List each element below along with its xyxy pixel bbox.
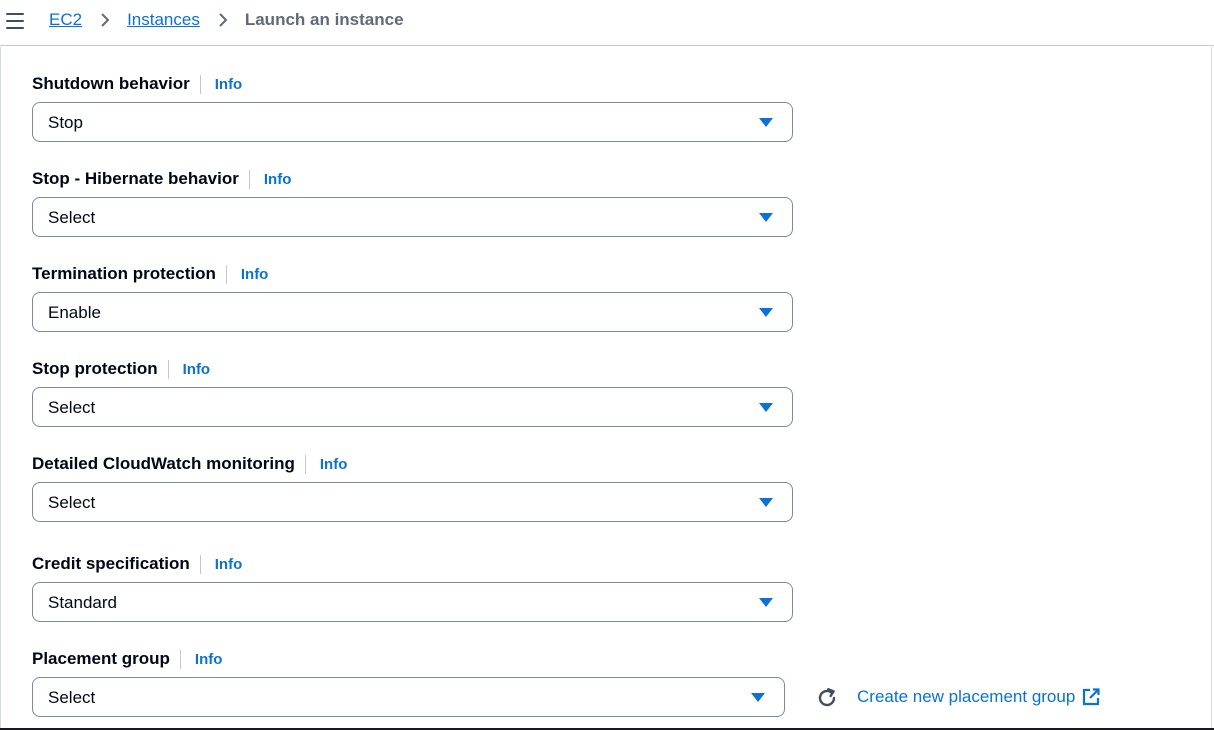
- termination-protection-field: Termination protection Info Enable: [32, 263, 793, 332]
- shutdown-behavior-info-link[interactable]: Info: [215, 76, 243, 93]
- placement-group-field: Placement group Info Select: [32, 648, 785, 717]
- termination-protection-info-link[interactable]: Info: [241, 266, 269, 283]
- cloudwatch-monitoring-info-link[interactable]: Info: [320, 456, 348, 473]
- shutdown-behavior-value: Stop: [48, 113, 83, 132]
- termination-protection-label: Termination protection: [32, 264, 216, 283]
- caret-down-icon: [759, 403, 773, 412]
- hibernate-behavior-field: Stop - Hibernate behavior Info Select: [32, 168, 793, 237]
- label-divider: [199, 74, 201, 94]
- placement-group-info-link[interactable]: Info: [195, 651, 223, 668]
- shutdown-behavior-label: Shutdown behavior: [32, 74, 190, 93]
- breadcrumb-current-page: Launch an instance: [244, 10, 404, 29]
- hibernate-behavior-value: Select: [48, 208, 96, 227]
- hibernate-behavior-select[interactable]: Select: [32, 197, 793, 237]
- label-divider: [248, 169, 250, 189]
- stop-protection-label: Stop protection: [32, 359, 158, 378]
- caret-down-icon: [759, 598, 773, 607]
- credit-specification-info-link[interactable]: Info: [215, 556, 243, 573]
- hibernate-behavior-info-link[interactable]: Info: [264, 171, 292, 188]
- label-divider: [199, 554, 201, 574]
- breadcrumb-instances-link[interactable]: Instances: [127, 10, 200, 30]
- cloudwatch-monitoring-select[interactable]: Select: [32, 482, 793, 522]
- label-divider: [167, 359, 169, 379]
- credit-specification-select[interactable]: Standard: [32, 582, 793, 622]
- termination-protection-value: Enable: [48, 303, 101, 322]
- hamburger-menu-icon[interactable]: [6, 13, 24, 29]
- label-divider: [179, 649, 181, 669]
- placement-group-value: Select: [48, 688, 96, 707]
- hibernate-behavior-label: Stop - Hibernate behavior: [32, 169, 239, 188]
- cloudwatch-monitoring-value: Select: [48, 493, 96, 512]
- caret-down-icon: [759, 308, 773, 317]
- stop-protection-field: Stop protection Info Select: [32, 358, 793, 427]
- breadcrumb-ec2-link[interactable]: EC2: [49, 10, 82, 30]
- cloudwatch-monitoring-label: Detailed CloudWatch monitoring: [32, 454, 295, 473]
- external-link-icon: [1082, 688, 1100, 706]
- caret-down-icon: [759, 213, 773, 222]
- shutdown-behavior-field: Shutdown behavior Info Stop: [32, 73, 793, 142]
- label-divider: [225, 264, 227, 284]
- credit-specification-field: Credit specification Info Standard: [32, 553, 793, 622]
- credit-specification-value: Standard: [48, 593, 117, 612]
- caret-down-icon: [759, 118, 773, 127]
- caret-down-icon: [751, 693, 765, 702]
- placement-group-label: Placement group: [32, 649, 170, 668]
- create-placement-group-label: Create new placement group: [857, 687, 1076, 706]
- shutdown-behavior-select[interactable]: Stop: [32, 102, 793, 142]
- termination-protection-select[interactable]: Enable: [32, 292, 793, 332]
- stop-protection-info-link[interactable]: Info: [183, 361, 211, 378]
- create-placement-group-link[interactable]: Create new placement group: [857, 687, 1100, 707]
- cloudwatch-monitoring-field: Detailed CloudWatch monitoring Info Sele…: [32, 453, 793, 522]
- placement-group-select[interactable]: Select: [32, 677, 785, 717]
- label-divider: [304, 454, 306, 474]
- stop-protection-select[interactable]: Select: [32, 387, 793, 427]
- breadcrumb: EC2 Instances Launch an instance: [49, 10, 404, 30]
- chevron-right-icon: [212, 10, 234, 30]
- credit-specification-label: Credit specification: [32, 554, 190, 573]
- top-navigation-bar: EC2 Instances Launch an instance: [0, 0, 1214, 46]
- refresh-icon[interactable]: [814, 685, 840, 711]
- stop-protection-value: Select: [48, 398, 96, 417]
- caret-down-icon: [759, 498, 773, 507]
- chevron-right-icon: [94, 10, 116, 30]
